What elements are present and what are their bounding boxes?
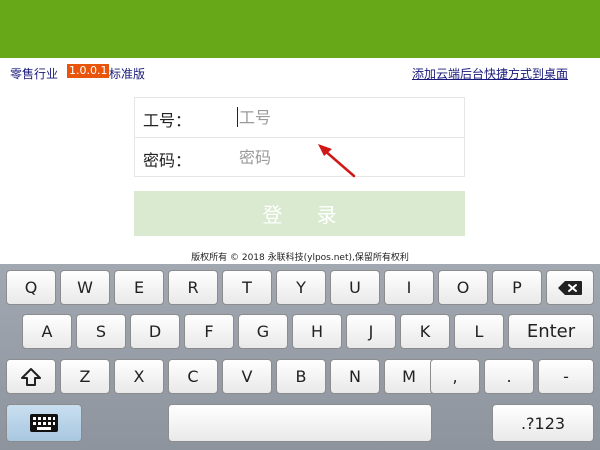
key-n[interactable]: N xyxy=(330,359,380,394)
version-badge: 1.0.0.1 xyxy=(67,64,110,78)
key-a[interactable]: A xyxy=(22,314,72,349)
key-x[interactable]: X xyxy=(114,359,164,394)
key-comma[interactable]: , xyxy=(430,359,480,394)
login-form: 工号： 密码： xyxy=(134,97,465,177)
key-e[interactable]: E xyxy=(114,270,164,305)
key-c[interactable]: C xyxy=(168,359,218,394)
keyboard-icon xyxy=(30,414,58,432)
backspace-icon xyxy=(558,280,582,295)
backspace-key[interactable] xyxy=(546,270,594,305)
key-y[interactable]: Y xyxy=(276,270,326,305)
password-label: 密码： xyxy=(143,151,192,170)
pointer-arrow-icon xyxy=(318,144,356,178)
key-z[interactable]: Z xyxy=(60,359,110,394)
text-caret xyxy=(237,107,238,127)
key-period[interactable]: . xyxy=(484,359,534,394)
key-u[interactable]: U xyxy=(330,270,380,305)
key-t[interactable]: T xyxy=(222,270,272,305)
info-bar: 零售行业 1.0.0.1 标准版 添加云端后台快捷方式到桌面 xyxy=(0,58,600,88)
key-r[interactable]: R xyxy=(168,270,218,305)
employee-id-input[interactable] xyxy=(239,104,454,131)
key-q[interactable]: Q xyxy=(6,270,56,305)
key-v[interactable]: V xyxy=(222,359,272,394)
header-bar xyxy=(0,0,600,58)
employee-id-row: 工号： xyxy=(135,98,464,137)
shift-key[interactable] xyxy=(6,359,56,394)
key-s[interactable]: S xyxy=(76,314,126,349)
copyright-text: 版权所有 © 2018 永联科技(ylpos.net),保留所有权利 xyxy=(191,253,409,263)
key-p[interactable]: P xyxy=(492,270,542,305)
industry-label: 零售行业 xyxy=(10,67,59,81)
keyboard-toggle-key[interactable] xyxy=(6,404,82,442)
key-i[interactable]: I xyxy=(384,270,434,305)
on-screen-keyboard: Q W E R T Y U I O P A S D F G H J K L En… xyxy=(0,264,600,450)
key-l[interactable]: L xyxy=(454,314,504,349)
employee-id-label: 工号： xyxy=(143,111,192,130)
key-j[interactable]: J xyxy=(346,314,396,349)
space-key[interactable] xyxy=(168,404,432,442)
key-dash[interactable]: - xyxy=(538,359,594,394)
enter-key[interactable]: Enter xyxy=(508,314,594,349)
password-row: 密码： xyxy=(135,137,464,176)
key-h[interactable]: H xyxy=(292,314,342,349)
key-d[interactable]: D xyxy=(130,314,180,349)
shift-icon xyxy=(21,367,41,386)
key-m[interactable]: M xyxy=(384,359,434,394)
symbols-key[interactable]: .?123 xyxy=(492,404,594,442)
key-f[interactable]: F xyxy=(184,314,234,349)
key-o[interactable]: O xyxy=(438,270,488,305)
key-k[interactable]: K xyxy=(400,314,450,349)
add-shortcut-link[interactable]: 添加云端后台快捷方式到桌面 xyxy=(412,65,568,82)
key-b[interactable]: B xyxy=(276,359,326,394)
login-button[interactable]: 登 录 xyxy=(134,191,465,236)
key-g[interactable]: G xyxy=(238,314,288,349)
edition-label: 标准版 xyxy=(109,67,146,81)
key-w[interactable]: W xyxy=(60,270,110,305)
